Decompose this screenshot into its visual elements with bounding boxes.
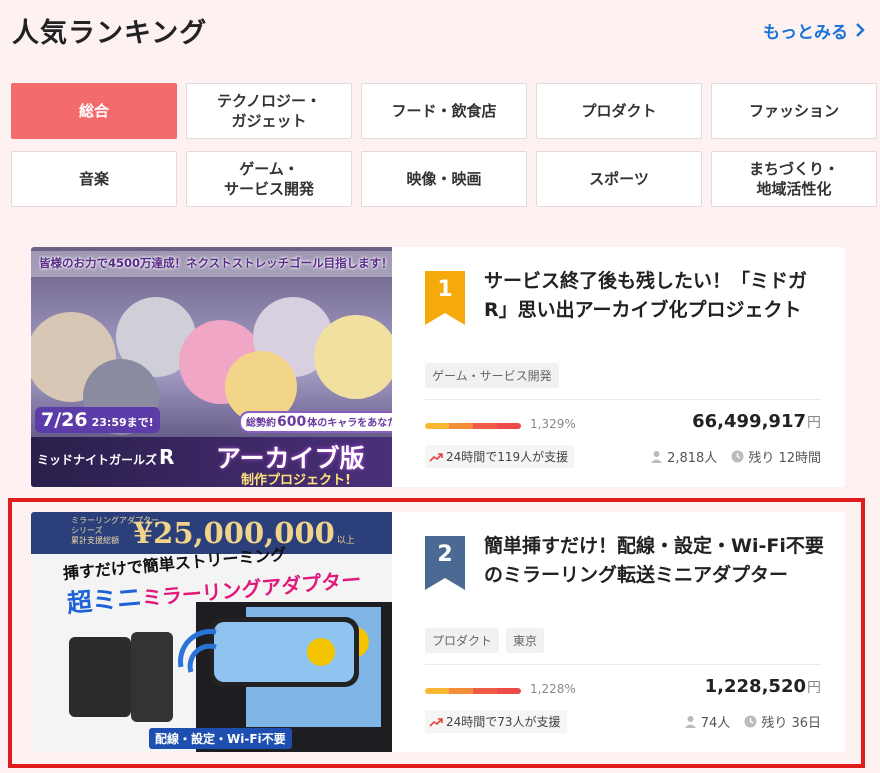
chara-count: 600 — [277, 414, 307, 430]
total-suffix: 以上 — [336, 536, 355, 546]
deadline-sticker: 7/26 23:59まで! — [35, 407, 160, 433]
deadline-time: 23:59まで! — [91, 416, 154, 429]
tag-chip[interactable]: ゲーム・サービス開発 — [425, 363, 559, 388]
rank-number: 2 — [437, 542, 453, 567]
funded-amount: 66,499,917円 — [692, 411, 821, 432]
trend-up-icon — [429, 717, 443, 727]
currency-unit: 円 — [807, 680, 821, 696]
category-tab-community[interactable]: まちづくり・ 地域活性化 — [711, 151, 877, 207]
chara-suffix: 体のキャラをあなたに! — [307, 418, 392, 429]
project-meta: 2,818人 残り 12時間 — [650, 447, 821, 466]
category-tab-product[interactable]: プロダクト — [536, 83, 702, 139]
project-meta: 74人 残り 36日 — [684, 712, 821, 731]
supporters-value: 2,818人 — [667, 451, 718, 466]
time-remaining: 残り 36日 — [744, 712, 821, 731]
project-tags: プロダクト 東京 — [425, 628, 545, 653]
time-remaining: 残り 12時間 — [731, 447, 821, 466]
category-tab-movie[interactable]: 映像・映画 — [361, 151, 527, 207]
project-thumbnail[interactable]: 皆様のお力で4500万達成！ネクストストレッチゴール目指します！ 7/26 23… — [31, 247, 392, 487]
category-tab-sports[interactable]: スポーツ — [536, 151, 702, 207]
category-tab-food[interactable]: フード・飲食店 — [361, 83, 527, 139]
person-icon — [651, 451, 663, 463]
support-24h-text: 24時間で73人が支援 — [446, 715, 561, 729]
ranking-header: 人気ランキング もっとみる — [12, 10, 866, 50]
rank-badge: 2 — [425, 536, 465, 590]
category-tab-game[interactable]: ゲーム・ サービス開発 — [186, 151, 352, 207]
see-more-link[interactable]: もっとみる — [763, 18, 866, 43]
divider — [425, 664, 821, 665]
logo-r: R — [159, 445, 175, 469]
page-title: 人気ランキング — [12, 17, 208, 49]
tag-chip[interactable]: 東京 — [506, 628, 545, 653]
remaining-value: 残り 36日 — [761, 716, 821, 731]
game-logo: ミッドナイトガールズ R — [37, 445, 174, 469]
divider — [425, 399, 821, 400]
image-footer-label: 配線・設定・Wi-Fi不要 — [149, 728, 292, 749]
project-title[interactable]: サービス終了後も残したい！「ミドガR」思い出アーカイブ化プロジェクト — [484, 267, 824, 325]
progress-bar — [425, 423, 521, 429]
project-info: 2 簡単挿すだけ！配線・設定・Wi-Fi不要のミラーリング転送ミニアダプター プ… — [392, 512, 845, 752]
image-subtitle: 制作プロジェクト! — [241, 473, 351, 487]
tag-chip[interactable]: プロダクト — [425, 628, 500, 653]
progress-percent: 1,329% — [530, 417, 576, 431]
support-24h-badge: 24時間で119人が支援 — [425, 445, 575, 468]
rank-badge: 1 — [425, 271, 465, 325]
project-card[interactable]: ミラーリングアダプター シリーズ 累計支援総額 ¥25,000,000 以上 挿… — [31, 512, 845, 752]
amount-value: 66,499,917 — [692, 411, 806, 432]
image-line-2a: 超ミニ — [65, 582, 144, 618]
funded-amount: 1,228,520円 — [705, 676, 821, 697]
supporters-value: 74人 — [700, 716, 731, 731]
project-info: 1 サービス終了後も残したい！「ミドガR」思い出アーカイブ化プロジェクト ゲーム… — [392, 247, 845, 487]
chara-count-sticker: 総勢約 600 体のキャラをあなたに! — [239, 411, 392, 433]
clock-icon — [744, 715, 757, 728]
progress-bar — [425, 688, 521, 694]
supporters-count: 2,818人 — [650, 447, 717, 466]
amount-value: 1,228,520 — [704, 676, 806, 697]
rank-number: 1 — [437, 277, 453, 302]
remaining-value: 残り 12時間 — [748, 451, 821, 466]
trend-up-icon — [429, 452, 443, 462]
deadline-date: 7/26 — [41, 409, 88, 431]
project-tags: ゲーム・サービス開発 — [425, 363, 559, 388]
supporters-count: 74人 — [684, 712, 731, 731]
logo-text: ミッドナイトガールズ — [37, 453, 158, 467]
support-24h-text: 24時間で119人が支援 — [446, 450, 569, 464]
category-tab-technology[interactable]: テクノロジー・ ガジェット — [186, 83, 352, 139]
project-thumbnail[interactable]: ミラーリングアダプター シリーズ 累計支援総額 ¥25,000,000 以上 挿… — [31, 512, 392, 752]
chevron-right-icon — [856, 23, 865, 37]
progress-percent: 1,228% — [530, 682, 576, 696]
project-card[interactable]: 皆様のお力で4500万達成！ネクストストレッチゴール目指します！ 7/26 23… — [31, 247, 845, 487]
category-tab-all[interactable]: 総合 — [11, 83, 177, 139]
category-tab-fashion[interactable]: ファッション — [711, 83, 877, 139]
see-more-label: もっとみる — [763, 22, 848, 43]
person-icon — [684, 716, 696, 728]
image-top-banner: 皆様のお力で4500万達成！ネクストストレッチゴール目指します！ — [39, 256, 388, 270]
category-tab-music[interactable]: 音楽 — [11, 151, 177, 207]
project-title[interactable]: 簡単挿すだけ！配線・設定・Wi-Fi不要のミラーリング転送ミニアダプター — [484, 532, 824, 590]
currency-unit: 円 — [807, 415, 821, 431]
clock-icon — [731, 450, 744, 463]
support-24h-badge: 24時間で73人が支援 — [425, 710, 567, 733]
chara-prefix: 総勢約 — [246, 418, 276, 429]
category-tabs: 総合 テクノロジー・ ガジェット フード・飲食店 プロダクト ファッション 音楽… — [11, 83, 877, 207]
